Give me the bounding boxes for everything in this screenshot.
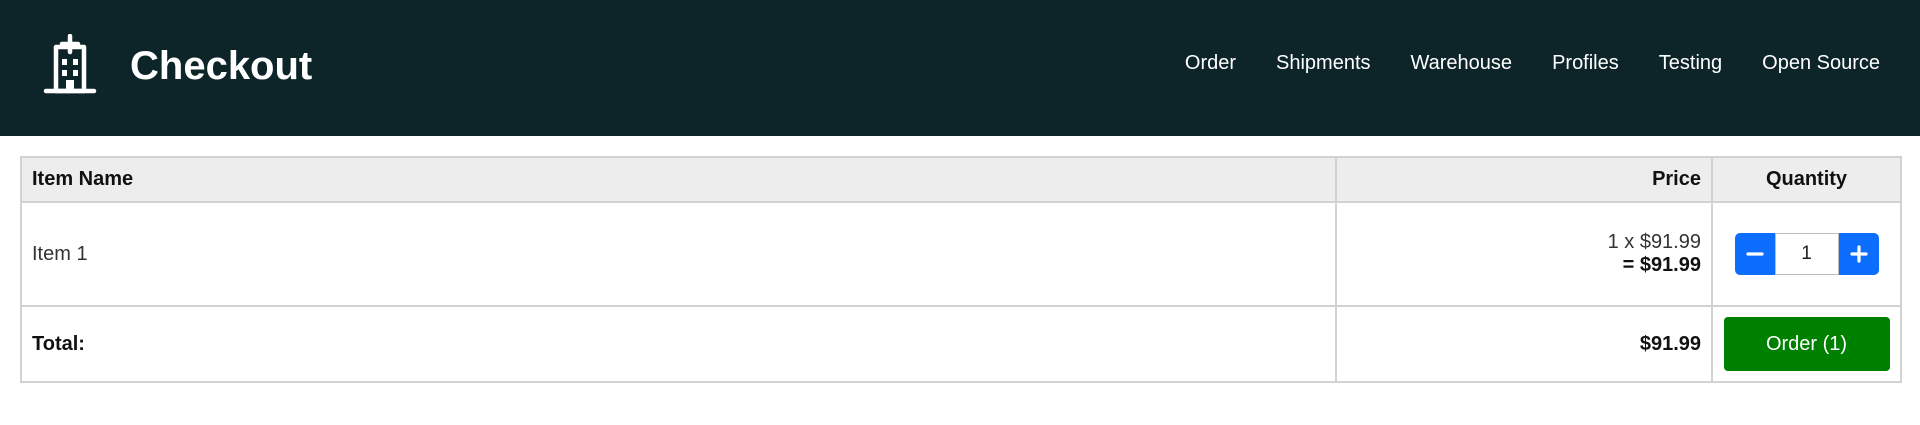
plus-icon (1849, 245, 1868, 263)
minus-icon (1745, 252, 1764, 256)
nav-item-profiles[interactable]: Profiles (1552, 52, 1619, 75)
total-row: Total: $91.99 Order (1) (20, 305, 1902, 383)
total-label: Total: (20, 305, 1337, 383)
quantity-input[interactable] (1774, 233, 1839, 275)
nav-item-shipments[interactable]: Shipments (1276, 52, 1371, 75)
increment-button[interactable] (1838, 233, 1879, 275)
total-value: $91.99 (1335, 305, 1713, 383)
quantity-stepper (1734, 233, 1879, 275)
item-name: Item 1 (20, 201, 1337, 307)
page-title: Checkout (130, 44, 313, 88)
item-quantity-cell (1711, 201, 1902, 307)
nav-item-warehouse[interactable]: Warehouse (1411, 52, 1513, 75)
table-header-row: Item Name Price Quantity (20, 156, 1902, 203)
column-header-quantity: Quantity (1711, 156, 1902, 203)
item-price-cell: 1 x $91.99 = $91.99 (1335, 201, 1713, 307)
nav-item-testing[interactable]: Testing (1659, 52, 1722, 75)
decrement-button[interactable] (1734, 233, 1775, 275)
item-unit-price: 1 x $91.99 (1607, 231, 1701, 253)
column-header-item-name: Item Name (20, 156, 1337, 203)
hospital-building-icon (43, 34, 97, 94)
order-cell: Order (1) (1711, 305, 1902, 383)
header-bar: Checkout Order Shipments Warehouse Profi… (0, 0, 1920, 136)
cart-table: Item Name Price Quantity Item 1 1 x $91.… (20, 156, 1902, 383)
nav-item-order[interactable]: Order (1185, 52, 1236, 75)
main-nav: Order Shipments Warehouse Profiles Testi… (1145, 43, 1880, 83)
table-row: Item 1 1 x $91.99 = $91.99 (20, 201, 1902, 307)
nav-item-open-source[interactable]: Open Source (1762, 52, 1880, 75)
order-button[interactable]: Order (1) (1723, 317, 1890, 371)
item-line-total: = $91.99 (1622, 254, 1701, 276)
column-header-price: Price (1335, 156, 1713, 203)
